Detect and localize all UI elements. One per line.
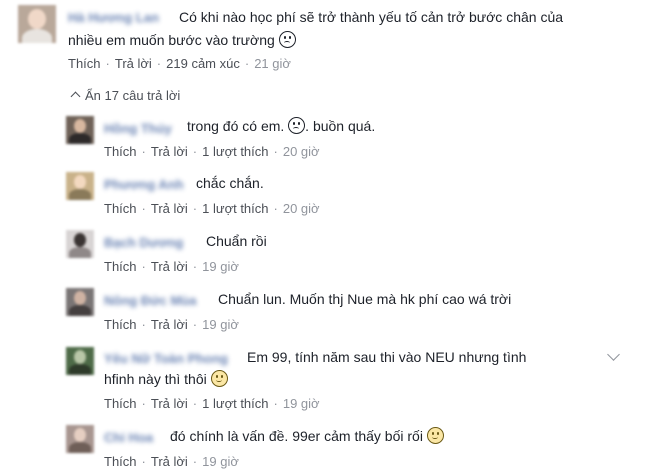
avatar[interactable]: [66, 230, 94, 258]
timestamp: 19 giờ: [282, 396, 320, 411]
reply-link[interactable]: Trả lời: [151, 144, 188, 159]
chevron-up-icon: [70, 91, 81, 102]
reply-link[interactable]: Trả lời: [151, 454, 188, 469]
avatar[interactable]: [66, 116, 94, 144]
comment-author-name[interactable]: Hà Hương Lan: [68, 10, 159, 25]
chevron-down-icon[interactable]: [607, 348, 620, 361]
reply-link[interactable]: Trả lời: [151, 396, 188, 411]
reply-author-name[interactable]: Bạch Dương: [104, 235, 183, 250]
timestamp: 20 giờ: [282, 201, 320, 216]
hide-replies-toggle[interactable]: Ẩn 17 câu trả lời: [70, 88, 180, 103]
timestamp: 19 giờ: [202, 259, 239, 274]
reply-author-name[interactable]: Chi Hoa: [104, 430, 153, 445]
like-link[interactable]: Thích: [104, 201, 137, 216]
reply-text: Chuẩn rồi: [206, 233, 267, 249]
likes-count[interactable]: 1 lượt thích: [202, 144, 268, 159]
like-link[interactable]: Thích: [104, 144, 137, 159]
reply-author-name[interactable]: Hồng Thúy: [104, 121, 172, 136]
avatar[interactable]: [66, 347, 94, 375]
reply-actions: Thích · Trả lời · 1 lượt thích · 20 giờ: [104, 201, 320, 216]
comment-text-line2: nhiều em muốn bước vào trường: [68, 30, 296, 50]
like-link[interactable]: Thích: [104, 259, 137, 274]
timestamp: 19 giờ: [202, 317, 239, 332]
avatar[interactable]: [18, 5, 56, 43]
reply-actions: Thích · Trả lời · 1 lượt thích · 20 giờ: [104, 144, 320, 159]
avatar[interactable]: [66, 172, 94, 200]
sad-face-icon: [278, 31, 296, 48]
reply-author-name[interactable]: Nông Đức Mùa: [104, 293, 196, 308]
reply-actions: Thích · Trả lời · 1 lượt thích · 19 giờ: [104, 396, 320, 411]
reply-actions: Thích · Trả lời · 19 giờ: [104, 454, 239, 469]
reply-text: Chuẩn lun. Muốn thj Nue mà hk phí cao wá…: [218, 291, 512, 307]
reply-link[interactable]: Trả lời: [151, 317, 188, 332]
smile-face-icon: [210, 370, 228, 387]
comment-actions: Thích · Trả lời · 219 cảm xúc · 21 giờ: [68, 56, 291, 71]
like-link[interactable]: Thích: [104, 454, 137, 469]
reply-text: chắc chắn.: [196, 175, 264, 191]
reply-text: đó chính là vấn đề. 99er cảm thấy bối rố…: [170, 426, 444, 446]
likes-count[interactable]: 1 lượt thích: [202, 396, 268, 411]
smile-face-icon: [426, 427, 444, 444]
reply-link[interactable]: Trả lời: [151, 259, 188, 274]
reply-actions: Thích · Trả lời · 19 giờ: [104, 317, 239, 332]
timestamp: 19 giờ: [202, 454, 239, 469]
reply-actions: Thích · Trả lời · 19 giờ: [104, 259, 239, 274]
sad-face-icon: [288, 117, 306, 134]
timestamp: 20 giờ: [282, 144, 320, 159]
reply-link[interactable]: Trả lời: [151, 201, 188, 216]
like-link[interactable]: Thích: [104, 396, 137, 411]
avatar[interactable]: [66, 288, 94, 316]
reply-text-line2: hfinh này thì thôi: [104, 369, 228, 389]
likes-count[interactable]: 1 lượt thích: [202, 201, 268, 216]
comment-text-line1: Có khi nào học phí sẽ trở thành yếu tố c…: [179, 9, 564, 25]
reply-author-name[interactable]: Yêu Nữ Toàn Phong: [104, 351, 228, 366]
reply-text-line1: Em 99, tính năm sau thi vào NEU nhưng tì…: [247, 349, 527, 365]
reply-link[interactable]: Trả lời: [115, 56, 152, 71]
reply-text: trong đó có em. . buồn quá.: [187, 117, 376, 134]
avatar[interactable]: [66, 425, 94, 453]
reactions-count[interactable]: 219 cảm xúc: [166, 56, 240, 71]
like-link[interactable]: Thích: [104, 317, 137, 332]
reply-author-name[interactable]: Phương Anh: [104, 177, 184, 192]
timestamp: 21 giờ: [254, 56, 291, 71]
like-link[interactable]: Thích: [68, 56, 101, 71]
